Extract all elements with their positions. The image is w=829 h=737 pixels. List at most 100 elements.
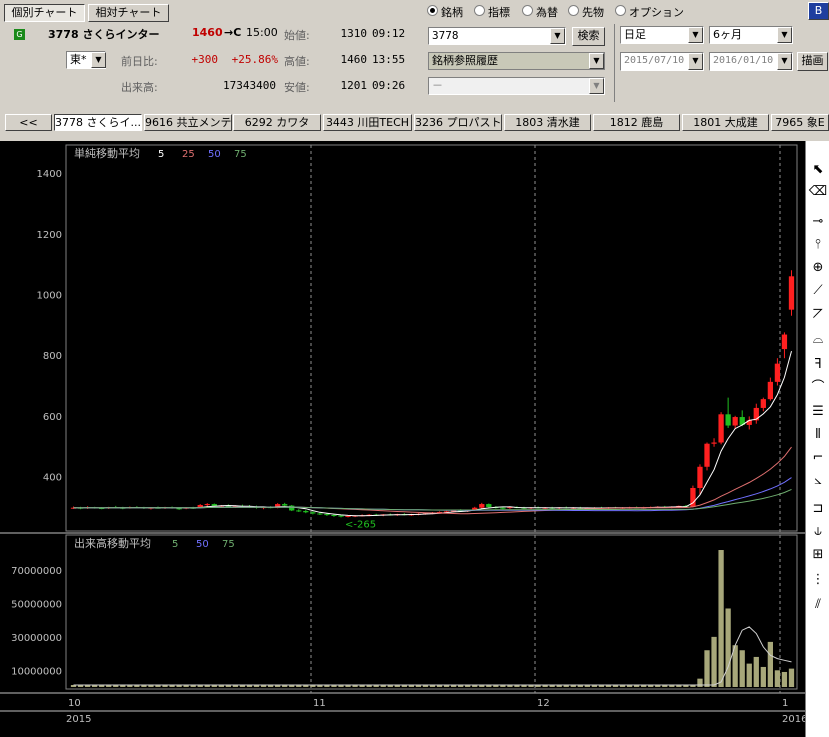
stock-tab-0[interactable]: 3778 さくらイ... <box>54 114 142 131</box>
radio-0[interactable] <box>427 5 438 16</box>
volume-chart-title: 出来高移動平均 <box>74 536 151 550</box>
radio-label-1[interactable]: 指標 <box>488 4 510 20</box>
stock-tab-6[interactable]: 1812 鹿島 <box>593 114 680 131</box>
radio-4[interactable] <box>615 5 626 16</box>
market-dropdown-icon[interactable]: ▼ <box>91 52 106 68</box>
radio-label-3[interactable]: 先物 <box>582 4 604 20</box>
price-arrow: →C <box>224 26 242 39</box>
fib-fan-icon[interactable]: ⦢ <box>808 305 828 325</box>
stock-tab-4[interactable]: 3236 プロパスト <box>414 114 502 131</box>
high-value: 1460 <box>340 53 368 66</box>
chart-canvas[interactable]: 1400 1200 1000 800 600 400 単純移動平均 5 25 50 75 <-265 7… <box>0 141 805 737</box>
vline-icon[interactable]: ⫯ <box>808 235 828 255</box>
volume-tick-label: 30000000 <box>11 633 62 644</box>
gann-icon[interactable]: ⦣ <box>808 471 828 491</box>
candle-body <box>303 511 309 513</box>
history-select[interactable]: 銘柄参照履歴 <box>428 52 605 70</box>
candle-body <box>760 399 766 408</box>
price-ma-legend: 25 <box>182 149 195 160</box>
fib-arc2-icon[interactable]: ⌒ <box>808 378 828 398</box>
month-label: 10 <box>68 698 81 709</box>
price-tick-label: 1000 <box>37 291 62 302</box>
change-percent: +25.86% <box>231 53 278 66</box>
candle-body <box>725 414 731 426</box>
fib-lines-icon[interactable]: ☰ <box>808 402 828 422</box>
pointer-icon[interactable]: ⬉ <box>808 160 828 180</box>
volume-bar <box>760 666 766 687</box>
volume-bar <box>725 608 731 687</box>
stairs-icon[interactable]: ⌐ <box>808 448 828 468</box>
stock-tab-3[interactable]: 3443 川田TECH <box>323 114 412 131</box>
individual-chart-tab[interactable]: 個別チャート <box>4 4 85 22</box>
stock-tab-8[interactable]: 7965 象E <box>771 114 829 131</box>
volume-tick-label: 70000000 <box>11 566 62 577</box>
volume-bar <box>711 636 717 687</box>
bracket-icon[interactable]: ⊐ <box>808 499 828 519</box>
search-button[interactable]: 検索 <box>572 27 605 46</box>
scroll-left-button[interactable]: << <box>5 114 52 131</box>
cross-stairs-icon[interactable]: ⫝ <box>808 522 828 542</box>
span-dropdown-icon[interactable]: ▼ <box>777 27 792 43</box>
eraser-icon[interactable]: ⌫ <box>808 182 828 202</box>
draw-button[interactable]: 描画 <box>797 52 828 71</box>
candle-body <box>711 442 717 444</box>
relative-chart-tab[interactable]: 相対チャート <box>88 4 169 22</box>
fib-f-icon[interactable]: ꟻ <box>808 355 828 375</box>
price-tick-label: 800 <box>43 351 62 362</box>
history-dropdown-icon[interactable]: ▼ <box>589 53 604 69</box>
sub-dropdown-icon[interactable]: ▼ <box>589 78 604 94</box>
volume-bar <box>704 650 710 687</box>
corner-button[interactable]: B <box>808 2 829 20</box>
candle-body <box>781 334 788 350</box>
radio-2[interactable] <box>522 5 533 16</box>
chart-panel[interactable]: 1400 1200 1000 800 600 400 単純移動平均 5 25 50 75 <-265 7… <box>0 141 805 737</box>
candle-body <box>486 504 492 508</box>
multi-line-icon[interactable]: ⫽ <box>808 595 828 615</box>
change-value: +300 <box>191 53 219 66</box>
symbol-input[interactable]: 3778 <box>428 27 566 45</box>
price-ma-legend: 75 <box>234 149 247 160</box>
volume-bar <box>767 641 774 687</box>
radio-1[interactable] <box>474 5 485 16</box>
price-ma-line <box>73 477 792 512</box>
candle-body <box>289 505 295 511</box>
stock-tab-2[interactable]: 6292 カワタ <box>233 114 321 131</box>
high-label: 高値: <box>284 55 310 68</box>
price-time: 15:00 <box>246 26 278 39</box>
date-from-dropdown-icon[interactable]: ▼ <box>688 53 703 70</box>
sub-select[interactable]: － <box>428 77 605 95</box>
price-tick-label: 400 <box>43 472 62 483</box>
candle-body <box>753 407 759 421</box>
stock-tab-7[interactable]: 1801 大成建 <box>682 114 769 131</box>
cross-icon[interactable]: ⊕ <box>808 258 828 278</box>
year-label: 2016 <box>782 714 805 725</box>
period-icon[interactable]: ⋮ <box>808 570 828 590</box>
low-value: 1201 <box>340 79 368 92</box>
volume-bar <box>739 650 745 687</box>
stock-tab-5[interactable]: 1803 清水建 <box>504 114 591 131</box>
radio-label-0[interactable]: 銘柄 <box>441 4 463 20</box>
symbol-dropdown-icon[interactable]: ▼ <box>550 28 565 44</box>
price-ma-line <box>73 446 792 515</box>
stock-tab-1[interactable]: 9616 共立メンテ <box>144 114 232 131</box>
low-label: 安値: <box>284 81 310 94</box>
open-time: 09:12 <box>372 27 406 40</box>
date-to-dropdown-icon[interactable]: ▼ <box>777 53 792 70</box>
radio-3[interactable] <box>568 5 579 16</box>
cycle-icon[interactable]: ⊞ <box>808 545 828 565</box>
candle-body <box>500 507 506 509</box>
price-tick-label: 1200 <box>37 230 62 241</box>
volume-bar <box>781 671 788 687</box>
volume-ma-legend: 75 <box>222 539 235 550</box>
radio-label-4[interactable]: オプション <box>629 4 684 20</box>
price-ma-line <box>73 350 792 517</box>
hline-icon[interactable]: ⊸ <box>808 212 828 232</box>
price-panel-frame <box>65 144 798 532</box>
volume-label: 出来高: <box>121 81 158 94</box>
radio-label-2[interactable]: 為替 <box>536 4 558 20</box>
interval-dropdown-icon[interactable]: ▼ <box>688 27 703 43</box>
trendline-icon[interactable]: ⟋ <box>808 281 828 301</box>
low-time: 09:26 <box>372 79 406 92</box>
fib-timezone-icon[interactable]: ⫴ <box>808 425 828 445</box>
fib-arc-icon[interactable]: ⌓ <box>808 330 828 350</box>
